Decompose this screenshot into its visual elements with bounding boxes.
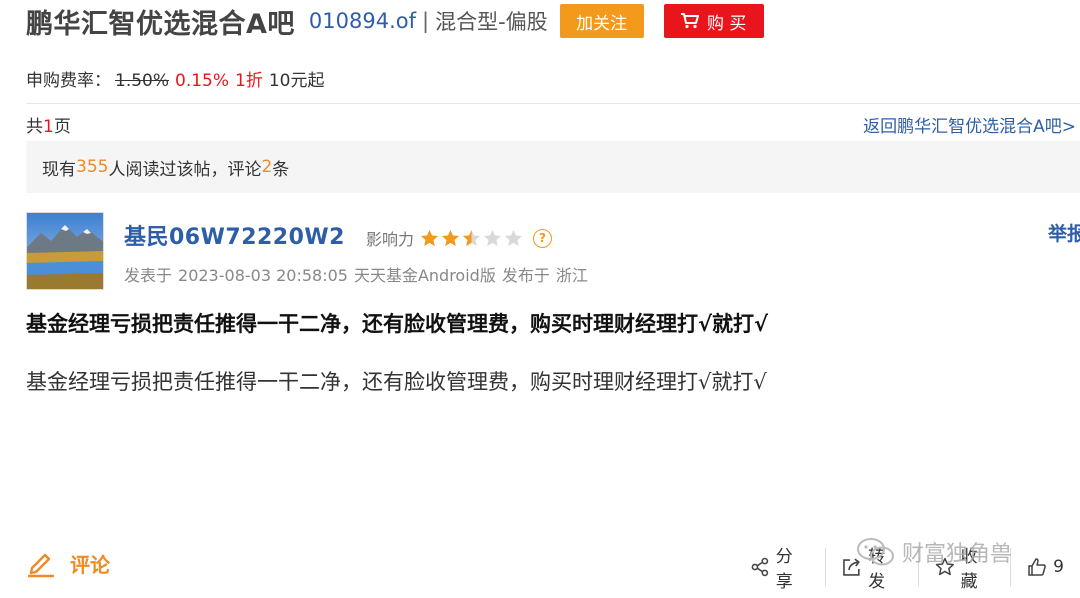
follow-button[interactable]: 加关注 xyxy=(559,4,644,38)
comment-count: 2 xyxy=(261,157,273,177)
purchase-fee: 申购费率： 1.50% 0.15% 1折 10元起 xyxy=(26,66,325,91)
min-amount: 10元起 xyxy=(268,71,325,91)
buy-button-label: 购 买 xyxy=(706,13,747,34)
read-stats-bar: 现有 355 人阅读过该帖，评论 2 条 xyxy=(26,141,1080,193)
share-label: 分享 xyxy=(775,547,793,592)
comment-label: 评论 xyxy=(70,552,110,577)
share-icon xyxy=(751,557,769,577)
post-body: 基金经理亏损把责任推得一干二净，还有脸收管理费，购买时理财经理打√就打√ xyxy=(26,370,767,394)
share-button[interactable]: 分享 xyxy=(750,547,825,592)
fund-header: 鹏华汇智优选混合A吧 010894.of | 混合型-偏股 加关注 购 买 xyxy=(26,0,764,42)
fee-label: 申购费率： xyxy=(26,71,111,91)
stats-middle: 人阅读过该帖，评论 xyxy=(108,159,262,180)
star-icon xyxy=(420,229,439,247)
avatar-image xyxy=(27,213,103,289)
forward-button[interactable]: 转发 xyxy=(826,547,917,592)
divider xyxy=(26,103,1080,104)
discount-text: 1折 xyxy=(235,71,263,91)
header-separator: | xyxy=(422,9,430,33)
original-fee-rate: 1.50% xyxy=(115,71,170,91)
post-title: 基金经理亏损把责任推得一干二净，还有脸收管理费，购买时理财经理打√就打√ xyxy=(26,312,769,336)
forum-title[interactable]: 鹏华汇智优选混合A吧 xyxy=(26,2,295,41)
back-to-forum-link[interactable]: 返回鹏华汇智优选混合A吧> xyxy=(863,112,1076,137)
like-button[interactable]: 9 xyxy=(1011,548,1080,586)
forward-label: 转发 xyxy=(868,547,886,592)
influence-label: 影响力 xyxy=(366,230,415,249)
stats-prefix: 现有 xyxy=(42,159,76,180)
discount-fee-rate: 0.15% xyxy=(175,71,230,91)
star-icon xyxy=(441,229,460,247)
help-icon[interactable]: ? xyxy=(533,228,553,248)
avatar[interactable] xyxy=(26,212,104,290)
influence-rating: 影响力 ? xyxy=(366,226,553,250)
page-count-suffix: 页 xyxy=(53,117,71,137)
posted-prefix: 发表于 xyxy=(124,266,173,285)
reader-count: 355 xyxy=(76,157,109,177)
page-count-prefix: 共 xyxy=(26,117,43,137)
report-link[interactable]: 举报 xyxy=(1048,219,1080,246)
comment-button[interactable]: 评论 xyxy=(26,548,110,578)
post-author[interactable]: 基民06W72220W2 xyxy=(124,219,345,251)
post-location: 浙江 xyxy=(555,266,588,285)
fund-code-link[interactable]: 010894.of xyxy=(309,9,416,33)
collect-label: 收藏 xyxy=(960,547,978,592)
post-actions: 分享 转发 收藏 9 xyxy=(750,547,1080,592)
star-icon xyxy=(504,229,523,247)
star-icon xyxy=(462,229,481,247)
collect-star-icon xyxy=(935,557,954,576)
post-source: 天天基金Android版 xyxy=(353,266,496,285)
star-icon xyxy=(483,229,502,247)
post-meta: 发表于 2023-08-03 20:58:05 天天基金Android版 发布于 浙江 xyxy=(124,262,588,286)
like-count: 9 xyxy=(1053,557,1064,577)
stats-suffix: 条 xyxy=(272,159,290,180)
page-count-number: 1 xyxy=(43,117,54,137)
follow-button-label: 加关注 xyxy=(576,13,628,34)
star-rating xyxy=(420,229,523,247)
thumbs-up-icon xyxy=(1028,558,1047,576)
collect-button[interactable]: 收藏 xyxy=(919,547,1010,592)
fund-type: 混合型-偏股 xyxy=(435,10,548,34)
location-prefix: 发布于 xyxy=(501,266,550,285)
forward-icon xyxy=(843,558,861,576)
cart-icon xyxy=(680,13,699,29)
buy-button[interactable]: 购 买 xyxy=(663,4,764,38)
post-date: 2023-08-03 20:58:05 xyxy=(178,266,348,285)
pencil-icon xyxy=(28,553,54,578)
page-count: 共1页 xyxy=(26,112,71,137)
